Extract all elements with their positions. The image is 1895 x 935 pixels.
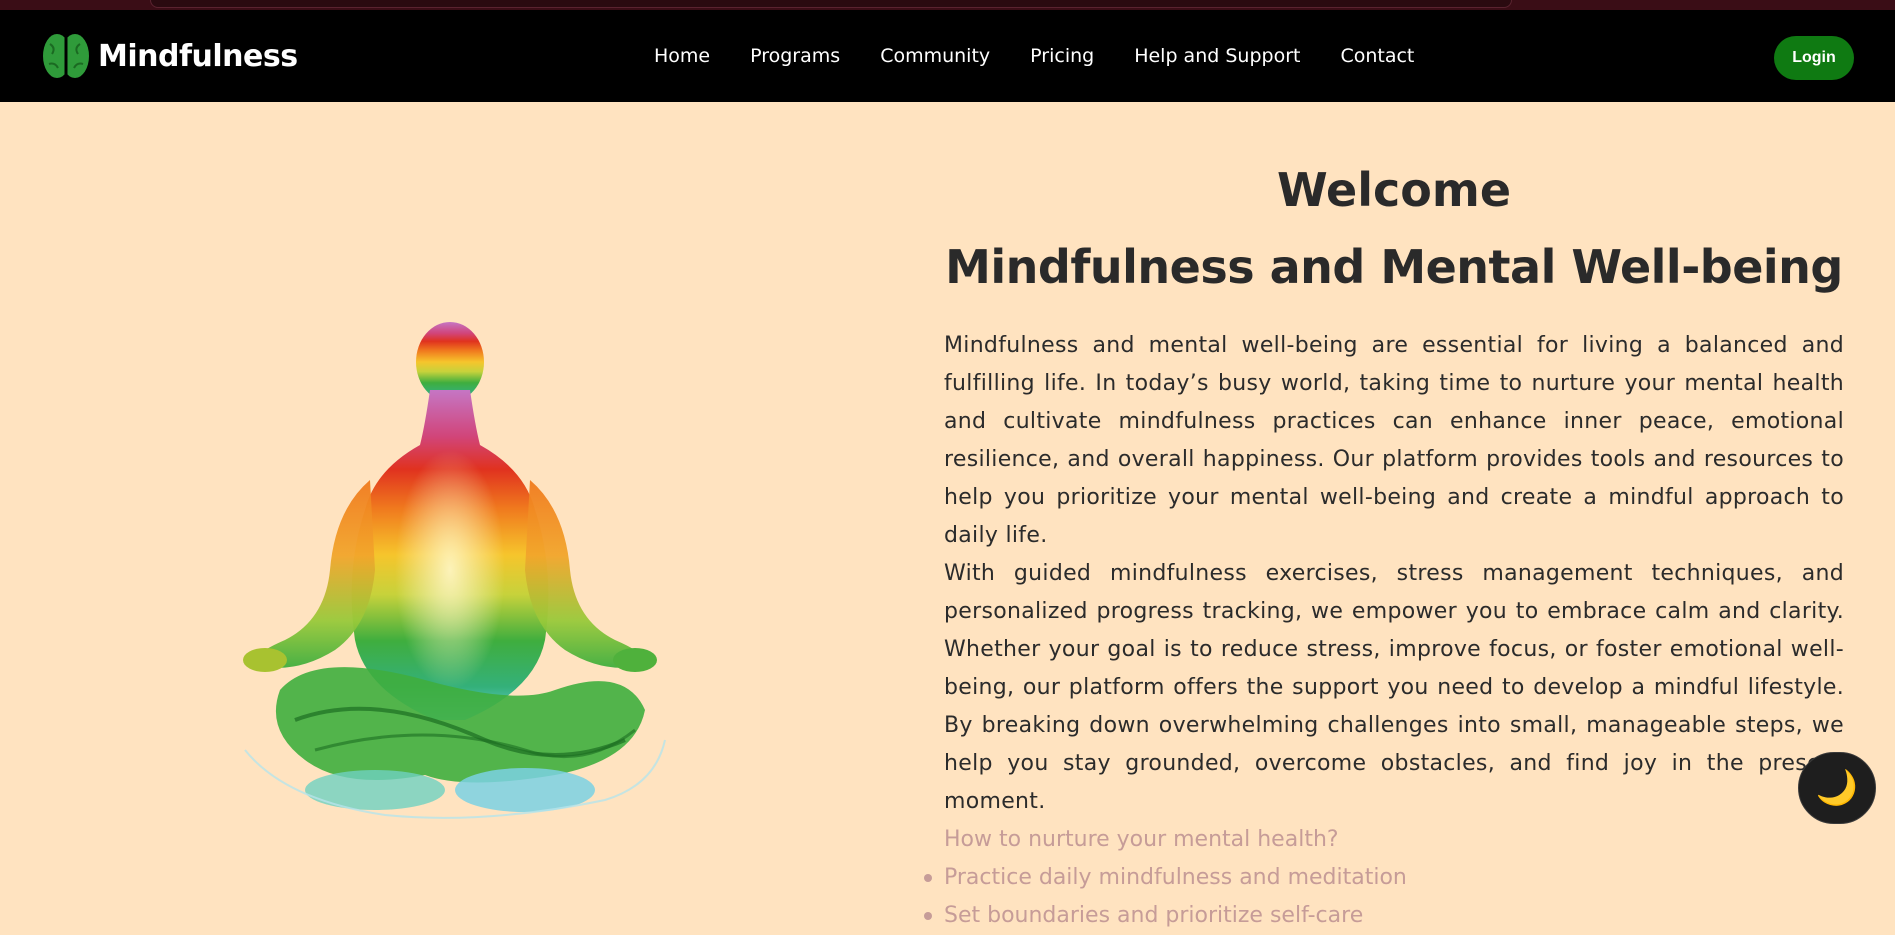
nav-home[interactable]: Home (654, 45, 710, 67)
browser-top-strip (0, 0, 1895, 10)
page-title: Mindfulness and Mental Well-being (945, 240, 1843, 294)
bullet-icon (924, 874, 932, 882)
list-item: Practice daily mindfulness and meditatio… (924, 859, 1407, 897)
welcome-heading: Welcome (1276, 163, 1512, 217)
main-nav: Home Programs Community Pricing Help and… (654, 10, 1454, 102)
nav-community[interactable]: Community (880, 45, 990, 67)
login-button[interactable]: Login (1774, 36, 1854, 80)
browser-address-bar[interactable] (150, 0, 1512, 8)
brain-icon (43, 34, 89, 78)
nav-programs[interactable]: Programs (750, 45, 840, 67)
nav-help-and-support[interactable]: Help and Support (1134, 45, 1300, 67)
list-item: Set boundaries and prioritize self-care (924, 897, 1407, 935)
meditation-figure-icon (225, 320, 725, 840)
tips-list: Practice daily mindfulness and meditatio… (924, 859, 1407, 935)
nav-pricing[interactable]: Pricing (1030, 45, 1094, 67)
intro-paragraph: Mindfulness and mental well-being are es… (944, 333, 1844, 548)
brand-logo[interactable]: Mindfulness (40, 30, 298, 82)
list-item-text: Set boundaries and prioritize self-care (944, 903, 1364, 928)
site-header: Mindfulness Home Programs Community Pric… (0, 10, 1895, 102)
list-item-text: Practice daily mindfulness and meditatio… (944, 865, 1407, 890)
theme-toggle-button[interactable]: 🌙 (1798, 752, 1876, 824)
moon-icon: 🌙 (1815, 769, 1859, 807)
features-paragraph: With guided mindfulness exercises, stres… (944, 561, 1844, 814)
tips-subheading: How to nurture your mental health? (944, 827, 1339, 852)
nav-contact[interactable]: Contact (1340, 45, 1414, 67)
bullet-icon (924, 912, 932, 920)
brand-name: Mindfulness (98, 38, 298, 74)
